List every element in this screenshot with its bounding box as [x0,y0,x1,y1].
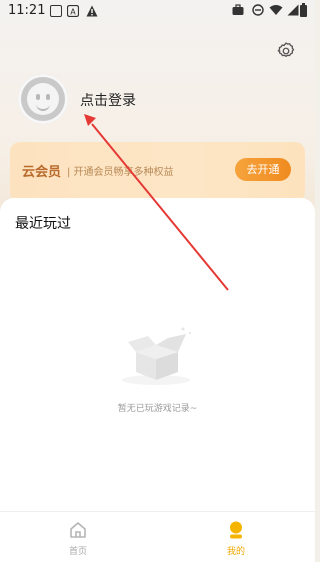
section-title: 最近玩过 [15,216,71,232]
signal-icon [287,4,299,16]
empty-state-text: 暂无已玩游戏记录~ [117,404,198,414]
open-vip-button[interactable]: 去开通 [235,158,291,181]
empty-box-icon [122,327,191,385]
smiley-face-icon [27,83,59,115]
svg-text:A: A [70,8,76,17]
status-time: 11:21 [8,3,46,18]
profile-icon [230,521,242,539]
vip-banner[interactable]: 云会员 | 开通会员畅享多种权益 去开通 [10,142,305,202]
nav-label-me: 我的 [226,547,245,557]
nav-label-home: 首页 [68,547,87,557]
login-link[interactable]: 点击登录 [80,90,136,110]
picture-icon [50,5,62,17]
avatar[interactable] [18,74,68,124]
font-a-icon: A [67,5,79,17]
do-not-disturb-icon [252,4,264,16]
nav-item-home[interactable]: 首页 [48,518,108,560]
gear-icon[interactable] [276,41,296,61]
bottom-nav: 首页 我的 [0,511,315,562]
wifi-icon [269,5,283,15]
vip-subtitle: | 开通会员畅享多种权益 [67,167,174,178]
warning-icon [86,5,98,17]
battery-icon [300,3,307,17]
status-bar: 11:21 A [0,0,315,24]
recent-played-card: 最近玩过 暂无已玩游戏记录~ [0,198,315,511]
briefcase-icon [232,4,244,15]
home-icon [70,522,86,538]
vip-title: 云会员 [22,165,62,180]
nav-item-me[interactable]: 我的 [206,518,266,560]
